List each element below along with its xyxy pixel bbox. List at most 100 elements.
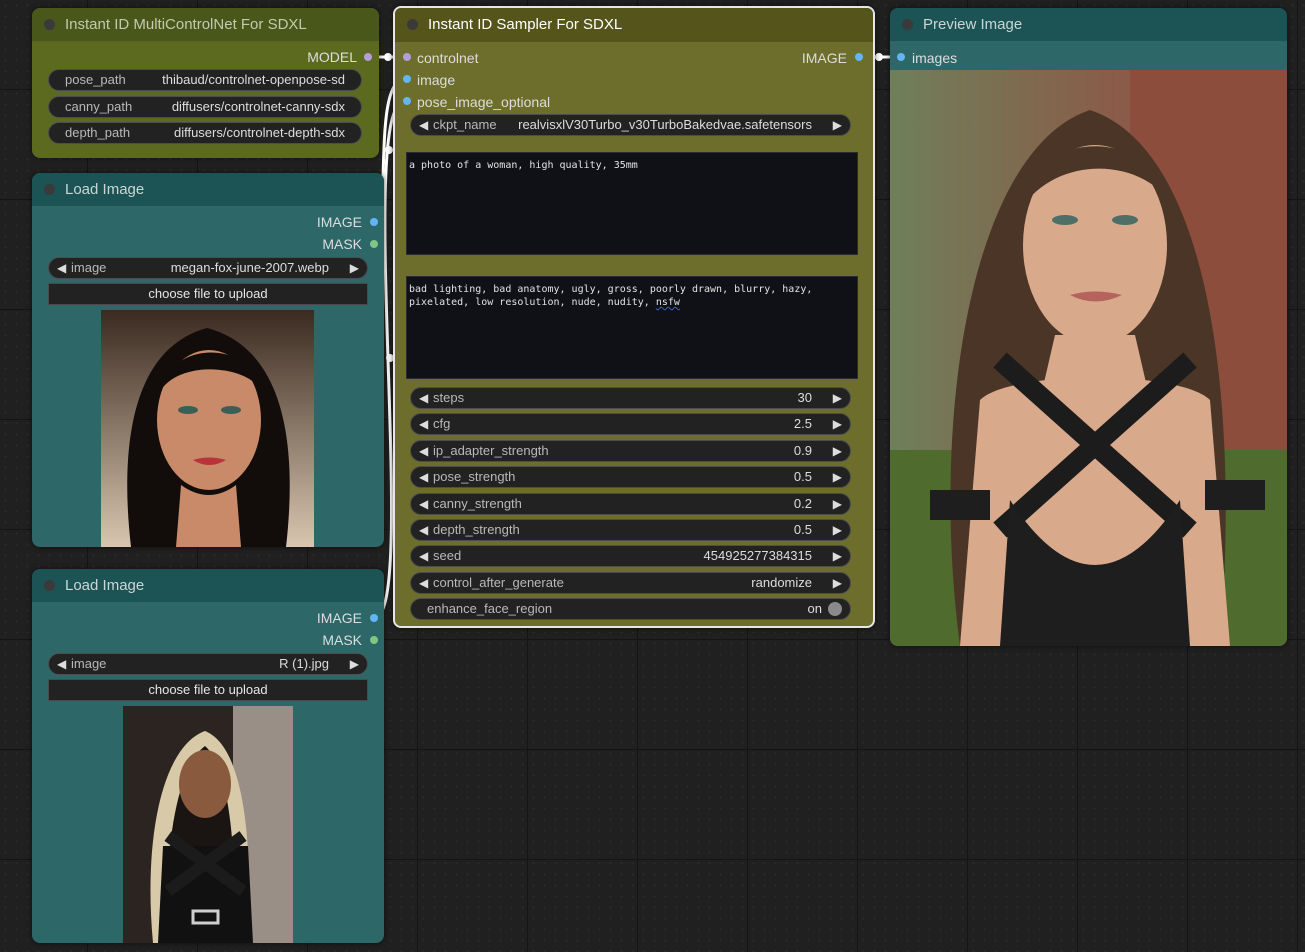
seed-stepper[interactable]: ◀ seed 454925277384315 ▶ (410, 545, 851, 567)
increment-arrow-icon[interactable]: ▶ (833, 520, 842, 540)
pose-path-field[interactable]: pose_path thibaud/controlnet-openpose-sd (48, 69, 362, 91)
increment-arrow-icon[interactable]: ▶ (833, 546, 842, 566)
prev-arrow-icon[interactable]: ◀ (419, 573, 428, 593)
widget-label: enhance_face_region (427, 601, 553, 616)
decrement-arrow-icon[interactable]: ◀ (419, 494, 428, 514)
load-image-node-1-title-bar[interactable]: Load Image (32, 173, 384, 206)
depth-path-field[interactable]: depth_path diffusers/controlnet-depth-sd… (48, 122, 362, 144)
ip-adapter-strength-stepper[interactable]: ◀ ip_adapter_strength 0.9 ▶ (410, 440, 851, 462)
wire-center-dot (384, 53, 392, 61)
decrement-arrow-icon[interactable]: ◀ (419, 520, 428, 540)
canny-path-field[interactable]: canny_path diffusers/controlnet-canny-sd… (48, 96, 362, 118)
image-preview (890, 70, 1287, 646)
image-output-slot[interactable] (370, 218, 378, 226)
mask-output-slot[interactable] (370, 636, 378, 644)
widget-value: R (1).jpg (279, 656, 329, 671)
collapse-dot-icon[interactable] (44, 580, 55, 591)
load-image-node-2-title-bar[interactable]: Load Image (32, 569, 384, 602)
widget-label: ip_adapter_strength (433, 443, 549, 458)
mask-output-slot[interactable] (370, 240, 378, 248)
widget-label: pose_strength (433, 469, 516, 484)
load-image-node-2[interactable]: Load Image IMAGE MASK ◀ image R (1).jpg … (32, 569, 384, 943)
collapse-dot-icon[interactable] (44, 184, 55, 195)
widget-value: thibaud/controlnet-openpose-sd (162, 72, 345, 87)
image-input-slot[interactable] (403, 75, 411, 83)
negative-prompt-text: bad lighting, bad anatomy, ugly, gross, … (409, 284, 819, 308)
widget-value: 0.5 (793, 522, 812, 537)
decrement-arrow-icon[interactable]: ◀ (419, 546, 428, 566)
output-label-mask: MASK (322, 632, 362, 648)
node-title: Preview Image (923, 16, 1023, 33)
images-input-slot[interactable] (897, 53, 905, 61)
image-preview (101, 310, 314, 547)
increment-arrow-icon[interactable]: ▶ (833, 467, 842, 487)
upload-button[interactable]: choose file to upload (48, 679, 368, 701)
widget-value: realvisxlV30Turbo_v30TurboBakedvae.safet… (518, 117, 812, 132)
prev-arrow-icon[interactable]: ◀ (57, 258, 66, 278)
output-label-image: IMAGE (801, 50, 847, 66)
decrement-arrow-icon[interactable]: ◀ (419, 441, 428, 461)
sampler-node[interactable]: Instant ID Sampler For SDXL controlnet i… (393, 6, 875, 628)
controlnet-node-title-bar[interactable]: Instant ID MultiControlNet For SDXL (32, 8, 379, 41)
canny-strength-stepper[interactable]: ◀ canny_strength 0.2 ▶ (410, 493, 851, 515)
widget-label: image (71, 260, 107, 275)
next-arrow-icon[interactable]: ▶ (833, 115, 842, 135)
input-label-images: images (912, 50, 958, 66)
negative-prompt-textarea[interactable]: bad lighting, bad anatomy, ugly, gross, … (406, 276, 858, 379)
decrement-arrow-icon[interactable]: ◀ (419, 388, 428, 408)
enhance-face-region-toggle[interactable]: enhance_face_region on (410, 598, 851, 620)
preview-image-node-title-bar[interactable]: Preview Image (890, 8, 1287, 41)
upload-button[interactable]: choose file to upload (48, 283, 368, 305)
node-title: Load Image (65, 181, 145, 198)
widget-label: image (71, 656, 107, 671)
prev-arrow-icon[interactable]: ◀ (419, 115, 428, 135)
increment-arrow-icon[interactable]: ▶ (833, 388, 842, 408)
next-arrow-icon[interactable]: ▶ (833, 573, 842, 593)
toggle-knob-icon[interactable] (828, 602, 842, 616)
increment-arrow-icon[interactable]: ▶ (833, 494, 842, 514)
increment-arrow-icon[interactable]: ▶ (833, 441, 842, 461)
controlnet-input-slot[interactable] (403, 53, 411, 61)
model-output-slot[interactable] (364, 53, 372, 61)
load-image-node-1[interactable]: Load Image IMAGE MASK ◀ image megan-fox-… (32, 173, 384, 547)
spellcheck-flagged-word: nsfw (655, 297, 680, 308)
collapse-dot-icon[interactable] (407, 19, 418, 30)
widget-value: 0.9 (793, 443, 812, 458)
widget-value: 0.5 (793, 469, 812, 484)
control-after-generate-select[interactable]: ◀ control_after_generate randomize ▶ (410, 572, 851, 594)
pose-image-input-slot[interactable] (403, 97, 411, 105)
pose-strength-stepper[interactable]: ◀ pose_strength 0.5 ▶ (410, 466, 851, 488)
toggle-value: on (807, 601, 822, 616)
widget-label: depth_path (65, 125, 131, 140)
wire-center-dot (385, 146, 393, 154)
prev-arrow-icon[interactable]: ◀ (57, 654, 66, 674)
decrement-arrow-icon[interactable]: ◀ (419, 414, 428, 434)
ckpt-name-select[interactable]: ◀ ckpt_name realvisxlV30Turbo_v30TurboBa… (410, 114, 851, 136)
widget-value: randomize (751, 575, 812, 590)
preview-image-node[interactable]: Preview Image images (890, 8, 1287, 646)
collapse-dot-icon[interactable] (44, 19, 55, 30)
image-select[interactable]: ◀ image megan-fox-june-2007.webp ▶ (48, 257, 368, 279)
node-title: Instant ID MultiControlNet For SDXL (65, 16, 307, 33)
decrement-arrow-icon[interactable]: ◀ (419, 467, 428, 487)
cfg-stepper[interactable]: ◀ cfg 2.5 ▶ (410, 413, 851, 435)
image-select[interactable]: ◀ image R (1).jpg ▶ (48, 653, 368, 675)
widget-value: 0.2 (793, 496, 812, 511)
steps-stepper[interactable]: ◀ steps 30 ▶ (410, 387, 851, 409)
output-label-image: IMAGE (316, 610, 362, 626)
image-output-slot[interactable] (370, 614, 378, 622)
widget-value: megan-fox-june-2007.webp (170, 260, 329, 275)
widget-label: cfg (433, 416, 451, 431)
next-arrow-icon[interactable]: ▶ (350, 258, 359, 278)
increment-arrow-icon[interactable]: ▶ (833, 414, 842, 434)
depth-strength-stepper[interactable]: ◀ depth_strength 0.5 ▶ (410, 519, 851, 541)
image-output-slot[interactable] (855, 53, 863, 61)
next-arrow-icon[interactable]: ▶ (350, 654, 359, 674)
positive-prompt-textarea[interactable]: a photo of a woman, high quality, 35mm (406, 152, 858, 255)
widget-label: steps (433, 390, 465, 405)
sampler-node-title-bar[interactable]: Instant ID Sampler For SDXL (395, 8, 873, 42)
widget-value: diffusers/controlnet-canny-sdx (171, 99, 345, 114)
controlnet-node[interactable]: Instant ID MultiControlNet For SDXL MODE… (32, 8, 379, 158)
collapse-dot-icon[interactable] (902, 19, 913, 30)
widget-label: control_after_generate (433, 575, 564, 590)
